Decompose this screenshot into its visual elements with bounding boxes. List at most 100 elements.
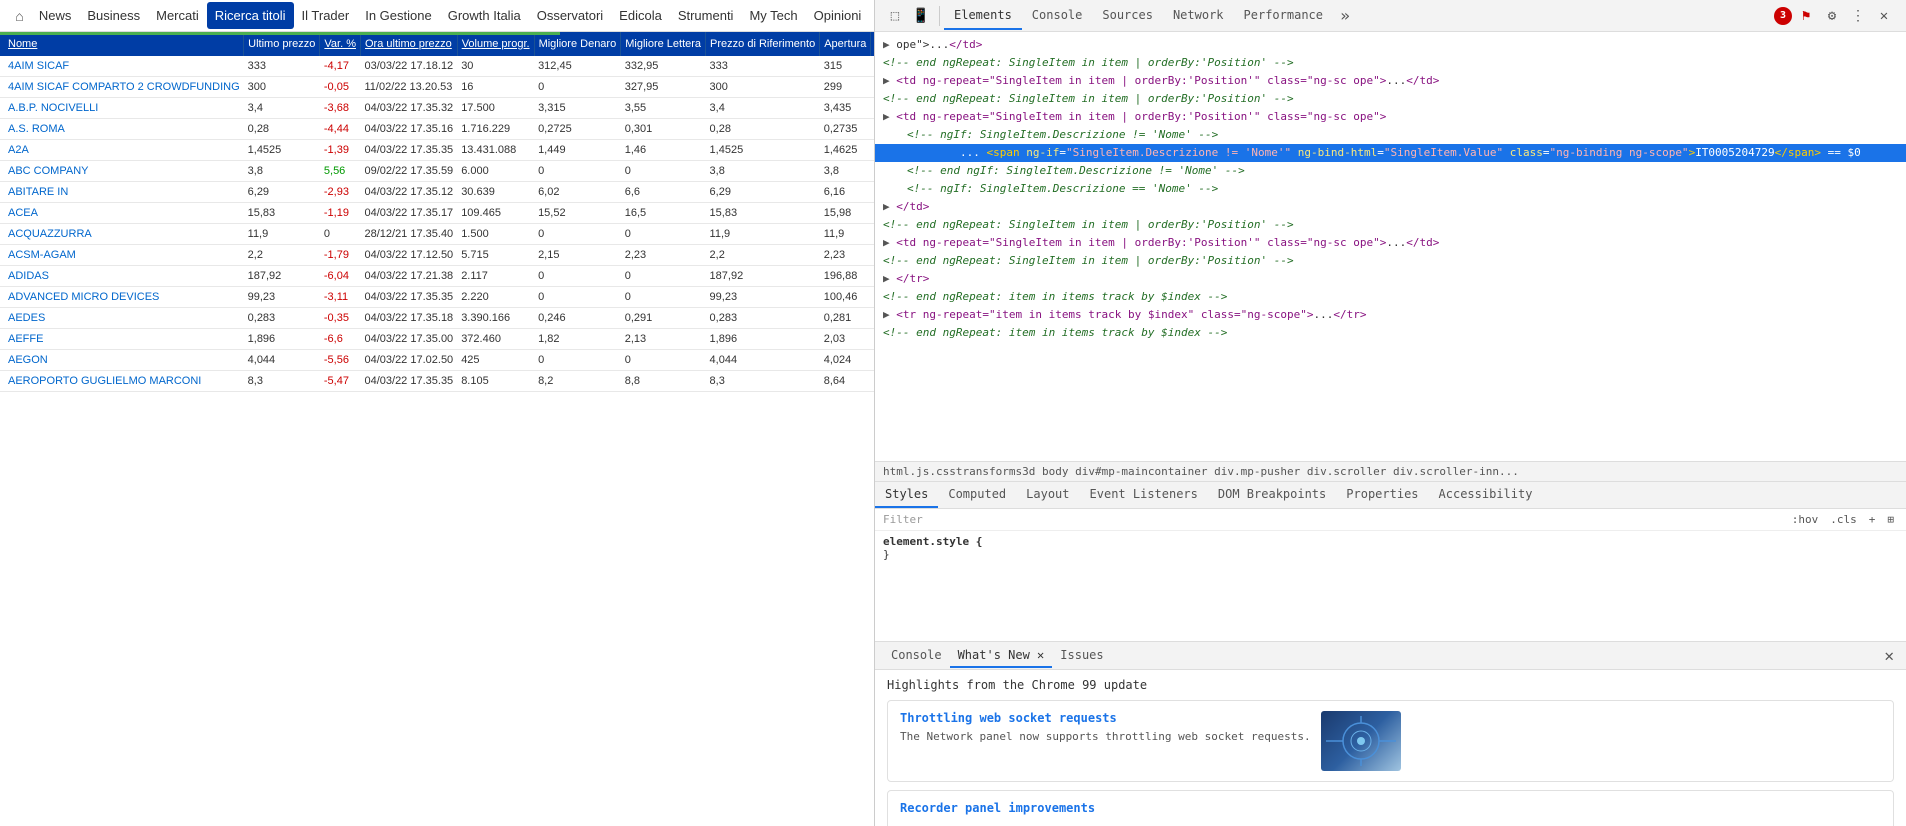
- breadcrumb-item[interactable]: body: [1042, 465, 1069, 478]
- table-header-prezzo_di_riferimento[interactable]: Prezzo di Riferimento: [706, 32, 820, 56]
- table-cell[interactable]: 4AIM SICAF COMPARTO 2 CROWDFUNDING: [0, 77, 244, 98]
- drawer-tab-issues[interactable]: Issues: [1052, 644, 1111, 668]
- table-cell: 0,246: [534, 308, 621, 329]
- table-cell: 187,92: [244, 266, 320, 287]
- html-tree-line[interactable]: <!-- end ngRepeat: item in items track b…: [875, 288, 1906, 306]
- table-cell[interactable]: A2A: [0, 140, 244, 161]
- nav-item-osservatori[interactable]: Osservatori: [529, 2, 611, 29]
- breadcrumb-item[interactable]: div.scroller-inn...: [1393, 465, 1519, 478]
- html-tree-line[interactable]: ▶ <td ng-repeat="SingleItem in item | or…: [875, 108, 1906, 126]
- styles-tab-accessibility[interactable]: Accessibility: [1429, 482, 1543, 508]
- styles-tab-computed[interactable]: Computed: [938, 482, 1016, 508]
- nav-item-news[interactable]: News: [31, 2, 80, 29]
- table-cell[interactable]: AEDES: [0, 308, 244, 329]
- table-cell: 0: [534, 224, 621, 245]
- styles-tab-event-listeners[interactable]: Event Listeners: [1080, 482, 1208, 508]
- table-header-var._%[interactable]: Var. %: [320, 32, 361, 56]
- html-tree-line[interactable]: ▶ <td ng-repeat="SingleItem in item | or…: [875, 72, 1906, 90]
- table-header-volume_progr.[interactable]: Volume progr.: [457, 32, 534, 56]
- close-whatsnew-tab[interactable]: ✕: [1030, 648, 1044, 662]
- table-header-ora_ultimo_prezzo[interactable]: Ora ultimo prezzo: [360, 32, 457, 56]
- drawer-card-title[interactable]: Recorder panel improvements: [900, 801, 1095, 815]
- nav-item-in-gestione[interactable]: In Gestione: [357, 2, 440, 29]
- drawer-card-title[interactable]: Throttling web socket requests: [900, 711, 1311, 725]
- table-cell[interactable]: A.B.P. NOCIVELLI: [0, 98, 244, 119]
- breadcrumb-item[interactable]: div#mp-maincontainer: [1075, 465, 1207, 478]
- cls-filter-btn[interactable]: .cls: [1826, 512, 1861, 527]
- nav-item-business[interactable]: Business: [79, 2, 148, 29]
- add-style-btn[interactable]: +: [1865, 512, 1880, 527]
- hov-filter-btn[interactable]: :hov: [1788, 512, 1823, 527]
- table-header-apertura[interactable]: Apertura: [820, 32, 871, 56]
- devtools-tab-performance[interactable]: Performance: [1234, 2, 1333, 30]
- table-cell[interactable]: AEFFE: [0, 329, 244, 350]
- drawer-tab-console[interactable]: Console: [883, 644, 950, 668]
- table-cell[interactable]: ACEA: [0, 203, 244, 224]
- more-icon[interactable]: ⋮: [1846, 4, 1870, 28]
- more-tabs-icon[interactable]: »: [1333, 4, 1357, 28]
- html-tree-line[interactable]: ... <span ng-if="SingleItem.Descrizione …: [875, 144, 1906, 162]
- nav-item-edicola[interactable]: Edicola: [611, 2, 670, 29]
- nav-item-mercati[interactable]: Mercati: [148, 2, 207, 29]
- devtools-tab-console[interactable]: Console: [1022, 2, 1093, 30]
- html-tree-line[interactable]: <!-- ngIf: SingleItem.Descrizione != 'No…: [875, 126, 1906, 144]
- html-tree-line[interactable]: <!-- end ngIf: SingleItem.Descrizione !=…: [875, 162, 1906, 180]
- table-cell: 299: [820, 77, 871, 98]
- settings-icon[interactable]: ⚙: [1820, 4, 1844, 28]
- close-devtools-icon[interactable]: ✕: [1872, 4, 1896, 28]
- drawer-tab-whats-new[interactable]: What's New ✕: [950, 644, 1053, 668]
- table-cell[interactable]: ACSM-AGAM: [0, 245, 244, 266]
- table-cell[interactable]: ADVANCED MICRO DEVICES: [0, 287, 244, 308]
- breadcrumb-item[interactable]: div.scroller: [1307, 465, 1386, 478]
- table-cell: 11/02/22 13.20.53: [360, 77, 457, 98]
- html-tree-line[interactable]: <!-- end ngRepeat: SingleItem in item | …: [875, 252, 1906, 270]
- table-cell: 99,23: [244, 287, 320, 308]
- html-tree-line[interactable]: ▶ </tr>: [875, 270, 1906, 288]
- close-drawer-button[interactable]: ✕: [1880, 646, 1898, 665]
- more-filter-btn[interactable]: ⊞: [1883, 512, 1898, 527]
- table-header-migliore_denaro[interactable]: Migliore Denaro: [534, 32, 621, 56]
- table-cell[interactable]: ADIDAS: [0, 266, 244, 287]
- styles-tab-layout[interactable]: Layout: [1016, 482, 1079, 508]
- table-header-migliore_lettera[interactable]: Migliore Lettera: [621, 32, 706, 56]
- table-cell[interactable]: AEROPORTO GUGLIELMO MARCONI: [0, 371, 244, 392]
- table-cell[interactable]: ABITARE IN: [0, 182, 244, 203]
- table-header-nome[interactable]: Nome: [0, 32, 244, 56]
- html-tree-line[interactable]: <!-- end ngRepeat: SingleItem in item | …: [875, 90, 1906, 108]
- home-icon[interactable]: ⌂: [8, 2, 31, 30]
- devtools-tab-elements[interactable]: Elements: [944, 2, 1022, 30]
- table-header-ultimo_prezzo[interactable]: Ultimo prezzo: [244, 32, 320, 56]
- device-icon[interactable]: 📱: [909, 4, 933, 28]
- styles-tab-properties[interactable]: Properties: [1336, 482, 1428, 508]
- table-cell[interactable]: ACQUAZZURRA: [0, 224, 244, 245]
- html-tree-line[interactable]: ▶ ope">...</td>: [875, 36, 1906, 54]
- table-cell[interactable]: 4AIM SICAF: [0, 56, 244, 77]
- html-tree-line[interactable]: ▶ <tr ng-repeat="item in items track by …: [875, 306, 1906, 324]
- styles-tab-styles[interactable]: Styles: [875, 482, 938, 508]
- inspect-icon[interactable]: ⬚: [883, 4, 907, 28]
- nav-item-ricerca-titoli[interactable]: Ricerca titoli: [207, 2, 294, 29]
- html-tree-line[interactable]: ▶ </td>: [875, 198, 1906, 216]
- table-cell[interactable]: ABC COMPANY: [0, 161, 244, 182]
- breadcrumb-item[interactable]: div.mp-pusher: [1214, 465, 1300, 478]
- styles-tab-dom-breakpoints[interactable]: DOM Breakpoints: [1208, 482, 1336, 508]
- html-tree-line[interactable]: <!-- end ngRepeat: item in items track b…: [875, 324, 1906, 342]
- nav-item-opinioni[interactable]: Opinioni: [806, 2, 866, 29]
- table-cell[interactable]: AEGON: [0, 350, 244, 371]
- html-tree-line[interactable]: <!-- ngIf: SingleItem.Descrizione == 'No…: [875, 180, 1906, 198]
- flag-icon[interactable]: ⚑: [1794, 4, 1818, 28]
- table-header-codice_isin[interactable]: Codice ISIN: [871, 32, 874, 56]
- table-cell[interactable]: A.S. ROMA: [0, 119, 244, 140]
- devtools-tab-network[interactable]: Network: [1163, 2, 1234, 30]
- nav-item-growth-italia[interactable]: Growth Italia: [440, 2, 529, 29]
- devtools-tab-sources[interactable]: Sources: [1092, 2, 1163, 30]
- html-tree-line[interactable]: <!-- end ngRepeat: SingleItem in item | …: [875, 216, 1906, 234]
- table-cell: 6,16: [820, 182, 871, 203]
- nav-item-strumenti[interactable]: Strumenti: [670, 2, 742, 29]
- html-tree-line[interactable]: ▶ <td ng-repeat="SingleItem in item | or…: [875, 234, 1906, 252]
- nav-item-il-trader[interactable]: Il Trader: [294, 2, 358, 29]
- breadcrumb-item[interactable]: html.js.csstransforms3d: [883, 465, 1035, 478]
- nav-item-my-tech[interactable]: My Tech: [741, 2, 805, 29]
- html-tree-line[interactable]: <!-- end ngRepeat: SingleItem in item | …: [875, 54, 1906, 72]
- filter-input[interactable]: [927, 514, 1788, 526]
